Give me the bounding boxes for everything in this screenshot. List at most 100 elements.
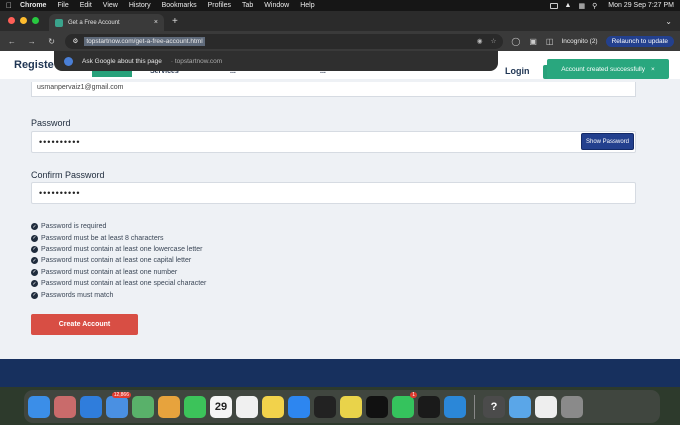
list-item: ✓ Password must be at least 8 characters bbox=[31, 234, 164, 242]
dock-capcut-icon[interactable] bbox=[366, 395, 388, 418]
show-password-button[interactable]: Show Password bbox=[581, 133, 634, 150]
reload-icon[interactable]: ↻ bbox=[46, 37, 58, 46]
menu-tab[interactable]: Tab bbox=[242, 2, 253, 9]
omnibox-suggestion[interactable]: Ask Google about this page · topstartnow… bbox=[54, 51, 498, 71]
email-field[interactable]: usmanpervaiz1@gmail.com bbox=[31, 82, 636, 97]
dock-mail-icon[interactable]: 12,866 bbox=[106, 391, 131, 418]
dock-app-store-icon[interactable] bbox=[288, 395, 310, 418]
dock-facetime-icon[interactable] bbox=[184, 395, 206, 418]
new-tab-button[interactable]: + bbox=[164, 16, 178, 31]
bookmark-star-icon[interactable]: ☆ bbox=[491, 37, 497, 45]
dock-finder-icon[interactable] bbox=[28, 395, 50, 418]
check-circle-icon: ✓ bbox=[31, 280, 38, 288]
check-circle-icon: ✓ bbox=[31, 257, 38, 265]
minimize-window-button[interactable] bbox=[20, 17, 27, 24]
incognito-indicator[interactable]: Incognito (2) bbox=[561, 38, 597, 45]
dock-help-icon[interactable]: ? bbox=[483, 395, 505, 418]
notification-badge: 1 bbox=[410, 391, 417, 398]
dock-preview-icon[interactable] bbox=[535, 395, 557, 418]
tab-title: Get a Free Account bbox=[68, 19, 120, 26]
password-rules-list: ✓ Password is required ✓ Password must be … bbox=[31, 221, 206, 301]
macos-menu-bar:  Chrome File Edit View History Bookmark… bbox=[0, 0, 680, 11]
menu-bookmarks[interactable]: Bookmarks bbox=[162, 2, 197, 9]
dock-reminders-icon[interactable] bbox=[236, 395, 258, 418]
forward-arrow-icon[interactable]: → bbox=[26, 37, 38, 46]
list-item: ✓ Password must contain at least one capi… bbox=[31, 257, 192, 265]
menu-edit[interactable]: Edit bbox=[80, 2, 92, 9]
url-text[interactable]: topstartnow.com/get-a-free-account.html bbox=[84, 36, 205, 46]
list-item: ✓ Passwords must match bbox=[31, 291, 114, 299]
menu-profiles[interactable]: Profiles bbox=[208, 2, 231, 9]
menu-clock[interactable]: Mon 29 Sep 7:27 PM bbox=[608, 2, 674, 9]
site-favicon-icon bbox=[55, 18, 63, 27]
shield-icon[interactable]: ◯ bbox=[511, 37, 520, 46]
extensions-puzzle-icon[interactable]: ▣ bbox=[529, 37, 537, 46]
browser-tab-bar: Get a Free Account × + ⌄ bbox=[0, 11, 680, 31]
suggestion-subtitle: · topstartnow.com bbox=[170, 57, 223, 65]
menu-help[interactable]: Help bbox=[300, 2, 314, 9]
spotlight-icon[interactable]: ⚲ bbox=[592, 2, 597, 10]
dock-calendar-icon[interactable]: 29 bbox=[210, 395, 232, 418]
dock-notes-icon[interactable] bbox=[262, 395, 284, 418]
dock-launchpad-icon[interactable] bbox=[54, 395, 76, 418]
close-window-button[interactable] bbox=[8, 17, 15, 24]
password-field[interactable]: •••••••••• bbox=[31, 131, 636, 153]
battery-icon[interactable] bbox=[549, 2, 558, 9]
tab-search-chevron-icon[interactable]: ⌄ bbox=[665, 17, 672, 31]
dock-separator bbox=[474, 394, 475, 419]
dock-whatsapp-icon[interactable]: 1 bbox=[392, 391, 417, 418]
confirm-password-field[interactable]: •••••••••• bbox=[31, 182, 636, 204]
menu-history[interactable]: History bbox=[129, 2, 151, 9]
relaunch-button[interactable]: Relaunch to update bbox=[605, 35, 674, 47]
list-item: ✓ Password must contain at least one spec… bbox=[31, 280, 207, 288]
sidebar-icon[interactable]: ◫ bbox=[546, 37, 554, 46]
control-center-icon[interactable]: ▦ bbox=[578, 2, 585, 10]
list-item: ✓ Password is required bbox=[31, 223, 107, 231]
dock-vscode-icon[interactable] bbox=[444, 395, 466, 418]
macos-dock: 12,866 29 1? bbox=[24, 390, 660, 423]
eye-off-icon[interactable]: ◉ bbox=[477, 37, 483, 45]
dock-folder-icon[interactable] bbox=[509, 395, 531, 418]
omnibox-actions: ◉ ☆ bbox=[477, 37, 497, 45]
browser-toolbar: ← → ↻ ⚙ topstartnow.com/get-a-free-accou… bbox=[0, 31, 680, 51]
list-item: ✓ Password must contain at least one numb… bbox=[31, 268, 178, 276]
toast-close-icon[interactable]: × bbox=[651, 66, 655, 73]
zoom-window-button[interactable] bbox=[32, 17, 39, 24]
window-controls bbox=[0, 17, 49, 31]
close-icon[interactable]: × bbox=[154, 19, 158, 26]
toast-message: Account created successfully bbox=[561, 65, 646, 73]
extension-icons: ◯ ▣ ◫ bbox=[511, 37, 553, 46]
dock-photos-icon[interactable] bbox=[158, 395, 180, 418]
dock-trash-icon[interactable] bbox=[561, 395, 583, 418]
check-circle-icon: ✓ bbox=[31, 268, 38, 276]
password-label: Password bbox=[31, 118, 71, 128]
back-arrow-icon[interactable]: ← bbox=[6, 37, 18, 46]
status-tray: ▲ ▦ ⚲ Mon 29 Sep 7:27 PM bbox=[549, 2, 674, 10]
dock-maps-icon[interactable] bbox=[132, 395, 154, 418]
google-icon bbox=[64, 56, 73, 66]
site-info-icon[interactable]: ⚙ bbox=[72, 37, 78, 45]
wifi-icon[interactable]: ▲ bbox=[565, 2, 572, 9]
suggestion-title: Ask Google about this page bbox=[82, 57, 162, 65]
notification-badge: 12,866 bbox=[111, 391, 131, 398]
dock-safari-icon[interactable] bbox=[80, 395, 102, 418]
menu-window[interactable]: Window bbox=[264, 2, 289, 9]
menu-view[interactable]: View bbox=[103, 2, 118, 9]
site-brand[interactable]: Registe bbox=[14, 59, 54, 71]
dock-chrome-icon[interactable] bbox=[340, 395, 362, 418]
apple-logo-icon[interactable]:  bbox=[6, 1, 12, 10]
menu-file[interactable]: File bbox=[57, 2, 68, 9]
dock-terminal-icon[interactable] bbox=[314, 395, 336, 418]
check-circle-icon: ✓ bbox=[31, 234, 38, 242]
web-page: Registe Services ... ... Login usmanperv… bbox=[0, 51, 680, 359]
confirm-password-label: Confirm Password bbox=[31, 170, 105, 180]
check-circle-icon: ✓ bbox=[31, 223, 38, 231]
check-circle-icon: ✓ bbox=[31, 291, 38, 299]
tab-active[interactable]: Get a Free Account × bbox=[49, 14, 164, 31]
address-bar[interactable]: ⚙ topstartnow.com/get-a-free-account.htm… bbox=[65, 33, 504, 49]
menu-chrome[interactable]: Chrome bbox=[20, 2, 46, 9]
login-link[interactable]: Login bbox=[505, 66, 530, 76]
dock-cube-app-icon[interactable] bbox=[418, 395, 440, 418]
create-account-button[interactable]: Create Account bbox=[31, 314, 138, 335]
success-toast: Account created successfully × bbox=[547, 59, 669, 79]
